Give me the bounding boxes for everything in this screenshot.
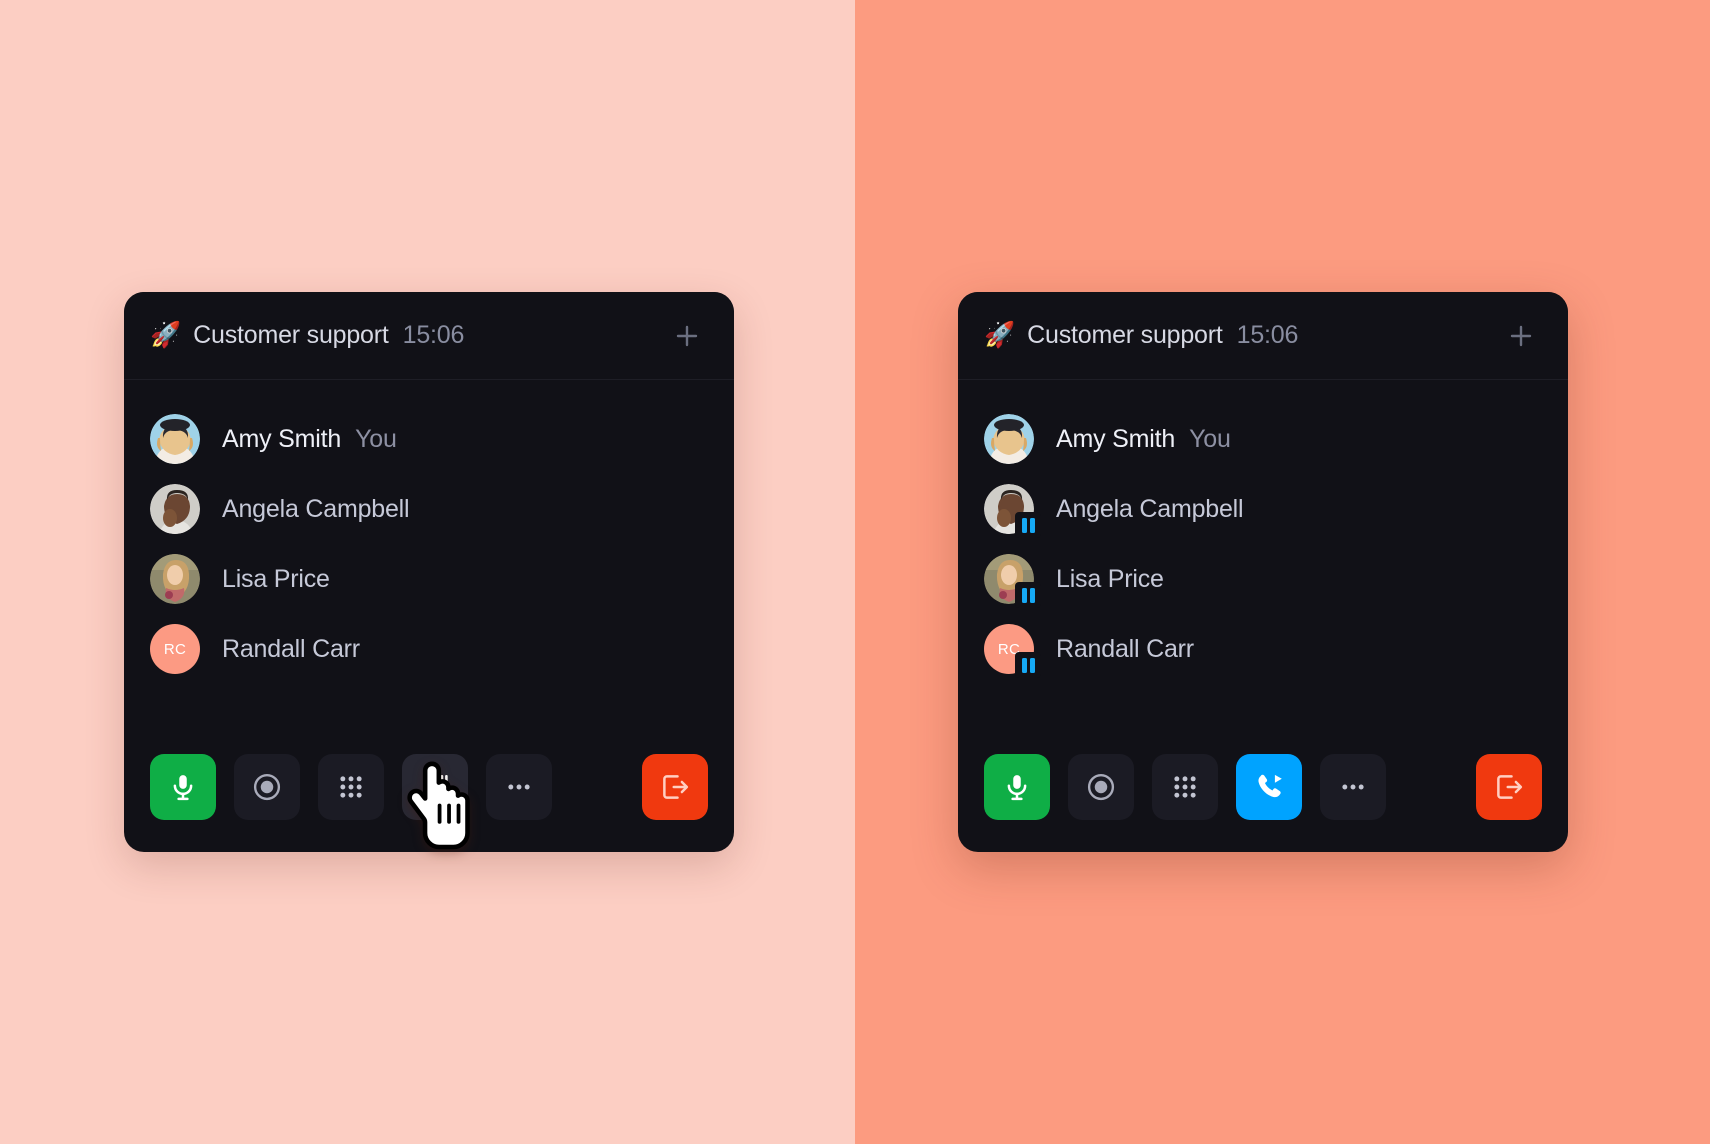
participant-name: Randall Carr [1056, 634, 1194, 663]
avatar-photo-amy [150, 414, 200, 464]
avatar [150, 484, 200, 534]
add-participant-button[interactable] [1500, 315, 1542, 357]
dialpad-icon [340, 776, 362, 798]
exit-icon [1497, 775, 1523, 799]
resume-button[interactable] [1236, 754, 1302, 820]
hold-button[interactable] [402, 754, 468, 820]
more-options-button[interactable] [486, 754, 552, 820]
call-header: 🚀 Customer support 15:06 [124, 292, 734, 380]
participant-self-badge: You [355, 424, 397, 453]
participant-row-lisa-price[interactable]: Lisa Price [958, 544, 1568, 614]
call-title: Customer support [1027, 321, 1223, 349]
avatar [984, 484, 1041, 538]
more-options-button[interactable] [1320, 754, 1386, 820]
participant-self-badge: You [1189, 424, 1231, 453]
panel-before: 🚀 Customer support 15:06 Amy Smith You A… [0, 0, 855, 1144]
participant-row-randall-carr[interactable]: RC Randall Carr [124, 614, 734, 684]
call-duration: 15:06 [402, 321, 465, 349]
call-toolbar-before [124, 754, 734, 852]
rocket-icon: 🚀 [984, 321, 1016, 349]
avatar-image-icon [150, 554, 200, 604]
call-card-before: 🚀 Customer support 15:06 Amy Smith You A… [124, 292, 734, 852]
record-button[interactable] [1068, 754, 1134, 820]
microphone-icon [173, 775, 193, 801]
avatar [150, 554, 200, 604]
call-hold-icon [424, 774, 448, 798]
leave-call-button[interactable] [642, 754, 708, 820]
on-hold-badge [1015, 582, 1041, 608]
avatar-initials-randall: RC [150, 624, 200, 674]
call-card-after: 🚀 Customer support 15:06 Amy Smith You A… [958, 292, 1568, 852]
record-button[interactable] [234, 754, 300, 820]
participant-name: Lisa Price [1056, 564, 1164, 593]
pause-bar [1021, 657, 1027, 673]
pause-bar [1021, 587, 1027, 603]
microphone-button[interactable] [984, 754, 1050, 820]
call-resume-icon [1258, 774, 1282, 798]
avatar [984, 554, 1041, 608]
participant-list-before: Amy Smith You Angela Campbell Lisa Price… [124, 380, 734, 754]
avatar-image-icon [150, 414, 200, 464]
call-toolbar-after [958, 754, 1568, 852]
participant-row-angela-campbell[interactable]: Angela Campbell [124, 474, 734, 544]
pause-bar [1029, 587, 1035, 603]
pause-bar [1029, 657, 1035, 673]
pause-bar [1029, 517, 1035, 533]
participant-row-lisa-price[interactable]: Lisa Price [124, 544, 734, 614]
avatar-image-icon [984, 414, 1034, 464]
panel-after: 🚀 Customer support 15:06 Amy Smith You A… [855, 0, 1710, 1144]
exit-icon [663, 775, 689, 799]
pause-bar [1021, 517, 1027, 533]
participant-row-amy-smith[interactable]: Amy Smith You [958, 404, 1568, 474]
plus-icon [676, 325, 698, 346]
participant-row-angela-campbell[interactable]: Angela Campbell [958, 474, 1568, 544]
avatar-image-icon [150, 484, 200, 534]
participant-list-after: Amy Smith You Angela Campbell Lisa Price… [958, 380, 1568, 754]
record-icon [253, 773, 281, 801]
on-hold-badge [1015, 652, 1041, 678]
plus-icon [1510, 325, 1532, 346]
ellipsis-icon [508, 784, 530, 790]
participant-name: Amy Smith [1056, 424, 1176, 453]
participant-name: Lisa Price [222, 564, 330, 593]
participant-name: Angela Campbell [1056, 494, 1244, 523]
add-participant-button[interactable] [666, 315, 708, 357]
participant-name: Angela Campbell [222, 494, 410, 523]
on-hold-badge [1015, 512, 1041, 538]
comparison-stage: 🚀 Customer support 15:06 Amy Smith You A… [0, 0, 1710, 1144]
dialpad-button[interactable] [318, 754, 384, 820]
avatar [150, 414, 200, 464]
avatar-photo-amy [984, 414, 1034, 464]
dialpad-icon [1174, 776, 1196, 798]
avatar: RC [150, 624, 200, 674]
participant-name: Randall Carr [222, 634, 360, 663]
participant-row-amy-smith[interactable]: Amy Smith You [124, 404, 734, 474]
call-duration: 15:06 [1236, 321, 1299, 349]
leave-call-button[interactable] [1476, 754, 1542, 820]
avatar [984, 414, 1034, 464]
rocket-icon: 🚀 [150, 321, 182, 349]
microphone-button[interactable] [150, 754, 216, 820]
avatar-photo-lisa [150, 554, 200, 604]
ellipsis-icon [1342, 784, 1364, 790]
call-header: 🚀 Customer support 15:06 [958, 292, 1568, 380]
avatar-photo-angela [150, 484, 200, 534]
participant-name: Amy Smith [222, 424, 342, 453]
record-icon [1087, 773, 1115, 801]
call-title: Customer support [193, 321, 389, 349]
participant-row-randall-carr[interactable]: RC Randall Carr [958, 614, 1568, 684]
avatar: RC [984, 624, 1041, 678]
dialpad-button[interactable] [1152, 754, 1218, 820]
microphone-icon [1007, 775, 1027, 801]
